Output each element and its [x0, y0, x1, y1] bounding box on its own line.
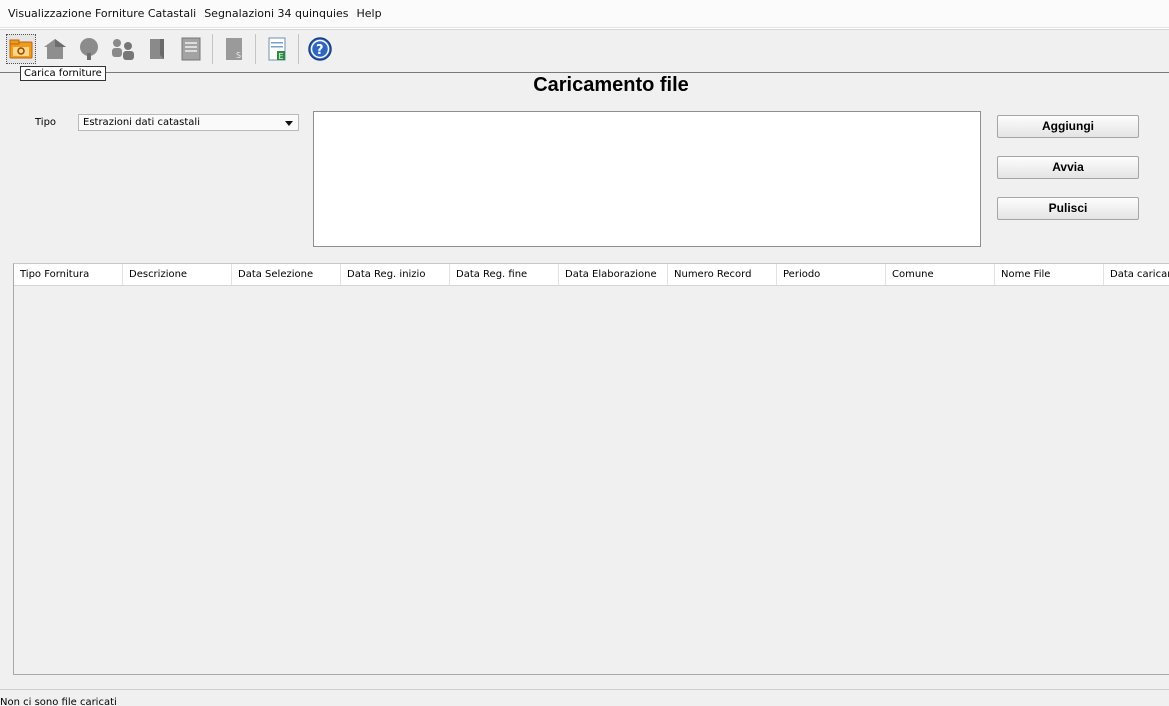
- registro-button[interactable]: [176, 34, 206, 64]
- avvia-button[interactable]: Avvia: [997, 156, 1139, 179]
- column-header[interactable]: Periodo: [777, 264, 886, 285]
- status-divider: [0, 689, 1169, 690]
- tree-icon: [80, 38, 98, 60]
- column-header[interactable]: Data Selezione: [232, 264, 341, 285]
- documenti-button[interactable]: [142, 34, 172, 64]
- document-icon: [150, 39, 164, 59]
- column-header[interactable]: Data Reg. inizio: [341, 264, 450, 285]
- app-window: Visualizzazione Forniture Catastali Segn…: [0, 0, 1169, 706]
- forniture-table: Tipo Fornitura Descrizione Data Selezion…: [13, 263, 1169, 675]
- menu-segnalazioni[interactable]: Segnalazioni 34 quinquies: [200, 7, 352, 20]
- table-header: Tipo Fornitura Descrizione Data Selezion…: [14, 264, 1169, 286]
- toolbar: S E ?: [0, 31, 1169, 67]
- menu-bar: Visualizzazione Forniture Catastali Segn…: [0, 0, 1169, 28]
- toolbar-divider: [0, 72, 1169, 73]
- menu-divider: [0, 28, 1169, 30]
- people-icon: [112, 39, 134, 60]
- column-header[interactable]: Data Reg. fine: [450, 264, 559, 285]
- tipo-selected-value: Estrazioni dati catastali: [83, 117, 200, 128]
- spreadsheet-s-icon: S: [226, 38, 242, 60]
- chevron-down-icon: [285, 121, 293, 126]
- svg-text:E: E: [279, 52, 284, 61]
- column-header[interactable]: Data caricamen: [1104, 264, 1169, 285]
- pulisci-button[interactable]: Pulisci: [997, 197, 1139, 220]
- help-icon: ?: [308, 37, 332, 61]
- menu-visualizzazione-forniture[interactable]: Visualizzazione Forniture Catastali: [4, 7, 200, 20]
- column-header[interactable]: Tipo Fornitura: [14, 264, 123, 285]
- status-text: Non ci sono file caricati: [0, 697, 117, 706]
- svg-text:S: S: [236, 51, 241, 60]
- tooltip: Carica forniture: [20, 66, 106, 81]
- page-title: Caricamento file: [533, 74, 689, 96]
- soggetti-button[interactable]: [108, 34, 138, 64]
- terreni-button[interactable]: [74, 34, 104, 64]
- column-header[interactable]: Numero Record: [668, 264, 777, 285]
- export-e-button[interactable]: E: [262, 34, 292, 64]
- svg-text:?: ?: [316, 43, 324, 58]
- column-header[interactable]: Nome File: [995, 264, 1104, 285]
- column-header[interactable]: Comune: [886, 264, 995, 285]
- aggiungi-button[interactable]: Aggiungi: [997, 115, 1139, 138]
- folder-upload-icon: [9, 39, 33, 59]
- column-header[interactable]: Descrizione: [123, 264, 232, 285]
- file-list-box[interactable]: [313, 111, 981, 247]
- house-icon: [44, 39, 66, 59]
- carica-forniture-button[interactable]: [6, 34, 36, 64]
- toolbar-separator: [255, 34, 256, 64]
- column-header[interactable]: Data Elaborazione: [559, 264, 668, 285]
- spreadsheet-e-icon: E: [268, 37, 286, 61]
- export-s-button[interactable]: S: [219, 34, 249, 64]
- help-button[interactable]: ?: [305, 34, 335, 64]
- fabbricati-button[interactable]: [40, 34, 70, 64]
- toolbar-separator: [298, 34, 299, 64]
- register-icon: [181, 37, 201, 61]
- tipo-select[interactable]: Estrazioni dati catastali: [78, 114, 299, 131]
- toolbar-separator: [212, 34, 213, 64]
- menu-help[interactable]: Help: [353, 7, 386, 20]
- tipo-label: Tipo: [35, 117, 57, 128]
